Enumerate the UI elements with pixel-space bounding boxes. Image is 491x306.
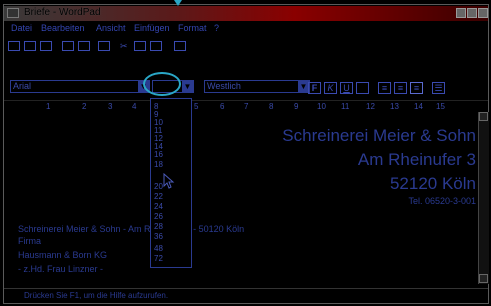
font-size-option[interactable]: 22 <box>154 193 163 201</box>
align-left-icon[interactable]: ≡ <box>378 82 391 94</box>
font-size-dropdown[interactable]: 8 9 10 11 12 14 16 18 20 22 24 26 28 36 … <box>150 98 192 268</box>
menu-bearbeiten[interactable]: Bearbeiten <box>41 23 85 33</box>
mouse-pointer-icon <box>163 173 175 189</box>
recipient-line-1: Firma <box>18 236 41 246</box>
ruler-tick: 4 <box>132 102 137 111</box>
document-area[interactable]: Schreinerei Meier & Sohn Am Rheinufer 3 … <box>4 112 478 284</box>
arrow-indicator-icon <box>174 0 182 6</box>
window-title: Briefe - WordPad <box>24 7 101 18</box>
sender-phone: Tel. 06520-3-001 <box>408 196 476 206</box>
bold-button[interactable]: F <box>308 82 321 94</box>
new-document-icon[interactable] <box>8 41 20 51</box>
sender-city: 52120 Köln <box>389 174 476 193</box>
font-size-option[interactable]: 24 <box>154 203 163 211</box>
highlight-circle <box>143 72 181 96</box>
font-select[interactable]: Arial ▼ <box>10 80 150 93</box>
font-size-option[interactable]: 48 <box>154 245 163 253</box>
return-address: Schreinerei Meier & Sohn - Am Rheinufer … <box>18 224 245 234</box>
font-size-option[interactable]: 26 <box>154 213 163 221</box>
print-icon[interactable] <box>62 41 74 51</box>
title-bar: Briefe - WordPad <box>4 6 488 21</box>
ruler-tick: 15 <box>436 102 445 111</box>
script-select[interactable]: Westlich ▼ <box>204 80 310 93</box>
font-size-option[interactable]: 28 <box>154 223 163 231</box>
copy-icon[interactable] <box>134 41 146 51</box>
menu-bar: Datei Bearbeiten Ansicht Einfügen Format… <box>4 21 488 35</box>
status-text: Drücken Sie F1, um die Hilfe aufzurufen. <box>24 291 169 300</box>
sender-street: Am Rheinufer 3 <box>357 150 476 169</box>
maximize-button[interactable] <box>467 8 477 18</box>
chevron-down-icon[interactable]: ▼ <box>182 81 193 92</box>
ruler-tick: 2 <box>82 102 87 111</box>
ruler-tick: 5 <box>194 102 199 111</box>
minimize-button[interactable] <box>456 8 466 18</box>
ruler-tick: 14 <box>414 102 423 111</box>
menu-ansicht[interactable]: Ansicht <box>96 23 126 33</box>
bullets-icon[interactable]: ☰ <box>432 82 445 94</box>
ruler-tick: 12 <box>366 102 375 111</box>
save-icon[interactable] <box>40 41 52 51</box>
scroll-up-icon[interactable] <box>479 112 488 121</box>
vertical-scrollbar[interactable] <box>478 112 489 284</box>
scroll-down-icon[interactable] <box>479 274 488 283</box>
sender-name: Schreinerei Meier & Sohn <box>282 126 476 145</box>
find-icon[interactable] <box>98 41 110 51</box>
paste-icon[interactable] <box>150 41 162 51</box>
font-size-option[interactable]: 18 <box>154 161 163 169</box>
ruler-tick: 8 <box>269 102 274 111</box>
toolbar: ✂ Arial ▼ ▼ Westlich ▼ <box>4 36 488 93</box>
insert-object-icon[interactable] <box>174 41 186 51</box>
italic-button[interactable]: K <box>324 82 337 94</box>
ruler-tick: 9 <box>294 102 299 111</box>
menu-format[interactable]: Format <box>178 23 207 33</box>
menu-einfuegen[interactable]: Einfügen <box>134 23 170 33</box>
ruler-tick: 11 <box>341 102 350 111</box>
recipient-line-3: - z.Hd. Frau Linzner - <box>18 264 104 274</box>
ruler-tick: 7 <box>244 102 249 111</box>
print-preview-icon[interactable] <box>78 41 90 51</box>
cut-icon[interactable]: ✂ <box>120 41 132 51</box>
font-size-option[interactable]: 36 <box>154 233 163 241</box>
align-right-icon[interactable]: ≡ <box>410 82 423 94</box>
status-bar: Drücken Sie F1, um die Hilfe aufzurufen. <box>4 288 488 303</box>
recipient-line-2: Hausmann & Born KG <box>18 250 108 260</box>
ruler-tick: 6 <box>220 102 225 111</box>
color-icon[interactable] <box>356 82 369 94</box>
font-size-option[interactable]: 20 <box>154 183 163 191</box>
ruler-tick: 10 <box>317 102 326 111</box>
font-size-option[interactable]: 16 <box>154 151 163 159</box>
app-icon <box>7 8 19 18</box>
underline-button[interactable]: U <box>340 82 353 94</box>
font-value: Arial <box>13 81 32 91</box>
menu-help[interactable]: ? <box>214 23 219 33</box>
ruler-tick: 1 <box>46 102 51 111</box>
ruler-tick: 3 <box>108 102 113 111</box>
close-button[interactable] <box>478 8 488 18</box>
ruler-tick: 13 <box>390 102 399 111</box>
open-folder-icon[interactable] <box>24 41 36 51</box>
menu-datei[interactable]: Datei <box>11 23 32 33</box>
font-size-option[interactable]: 72 <box>154 255 163 263</box>
script-value: Westlich <box>207 81 241 91</box>
align-center-icon[interactable]: ≡ <box>394 82 407 94</box>
